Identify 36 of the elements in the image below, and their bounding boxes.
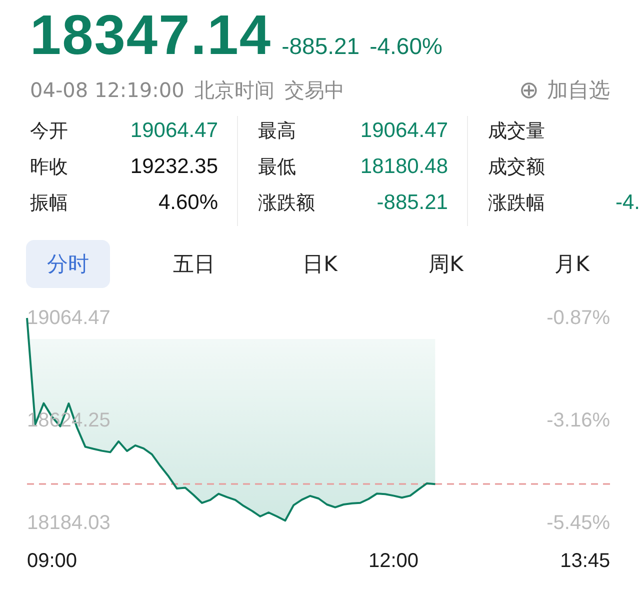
- stat-label: 昨收: [30, 155, 69, 180]
- stat-value: -4.: [615, 191, 640, 215]
- axis-label: 19064.47: [27, 307, 110, 329]
- axis-label: 18184.03: [27, 512, 110, 534]
- price-change: -885.21: [282, 33, 360, 60]
- stat-value: 19064.47: [130, 119, 218, 143]
- stat-value: 4.60%: [158, 191, 218, 215]
- stat-label: 今开: [30, 119, 69, 144]
- stat-value: 19064.47: [360, 119, 448, 143]
- stat-label: 涨跌额: [258, 191, 316, 216]
- trading-status: 交易中: [284, 76, 344, 104]
- stat-value: 18180.48: [360, 155, 448, 179]
- percent-change: -4.60%: [370, 33, 442, 60]
- stat-label: 振幅: [30, 191, 69, 216]
- stat-label: 最高: [258, 119, 297, 144]
- axis-label: 12:00: [368, 550, 419, 572]
- axis-label: -0.87%: [546, 307, 610, 329]
- period-tab[interactable]: 分时: [26, 240, 110, 288]
- stat-value: -885.21: [376, 191, 448, 215]
- stat-label: 成交量: [488, 119, 546, 144]
- axis-label: 09:00: [26, 550, 78, 572]
- stat-value: 19232.35: [130, 155, 218, 179]
- axis-label: 13:45: [560, 550, 610, 572]
- axis-label: -5.45%: [546, 512, 610, 534]
- add-icon: ⊕: [518, 76, 539, 104]
- period-tab[interactable]: 五日: [152, 240, 236, 288]
- price-value: 18347.14: [30, 2, 272, 67]
- timestamp: 04-08 12:19:00: [30, 78, 184, 102]
- period-tab[interactable]: 日K: [278, 240, 362, 288]
- stat-label: 涨跌幅: [488, 191, 546, 216]
- axis-label: -3.16%: [546, 410, 610, 432]
- period-tab[interactable]: 月K: [530, 240, 614, 288]
- period-tab[interactable]: 周K: [404, 240, 488, 288]
- stat-label: 最低: [258, 155, 297, 180]
- stat-label: 成交额: [488, 155, 546, 180]
- timezone-label: 北京时间: [194, 76, 274, 104]
